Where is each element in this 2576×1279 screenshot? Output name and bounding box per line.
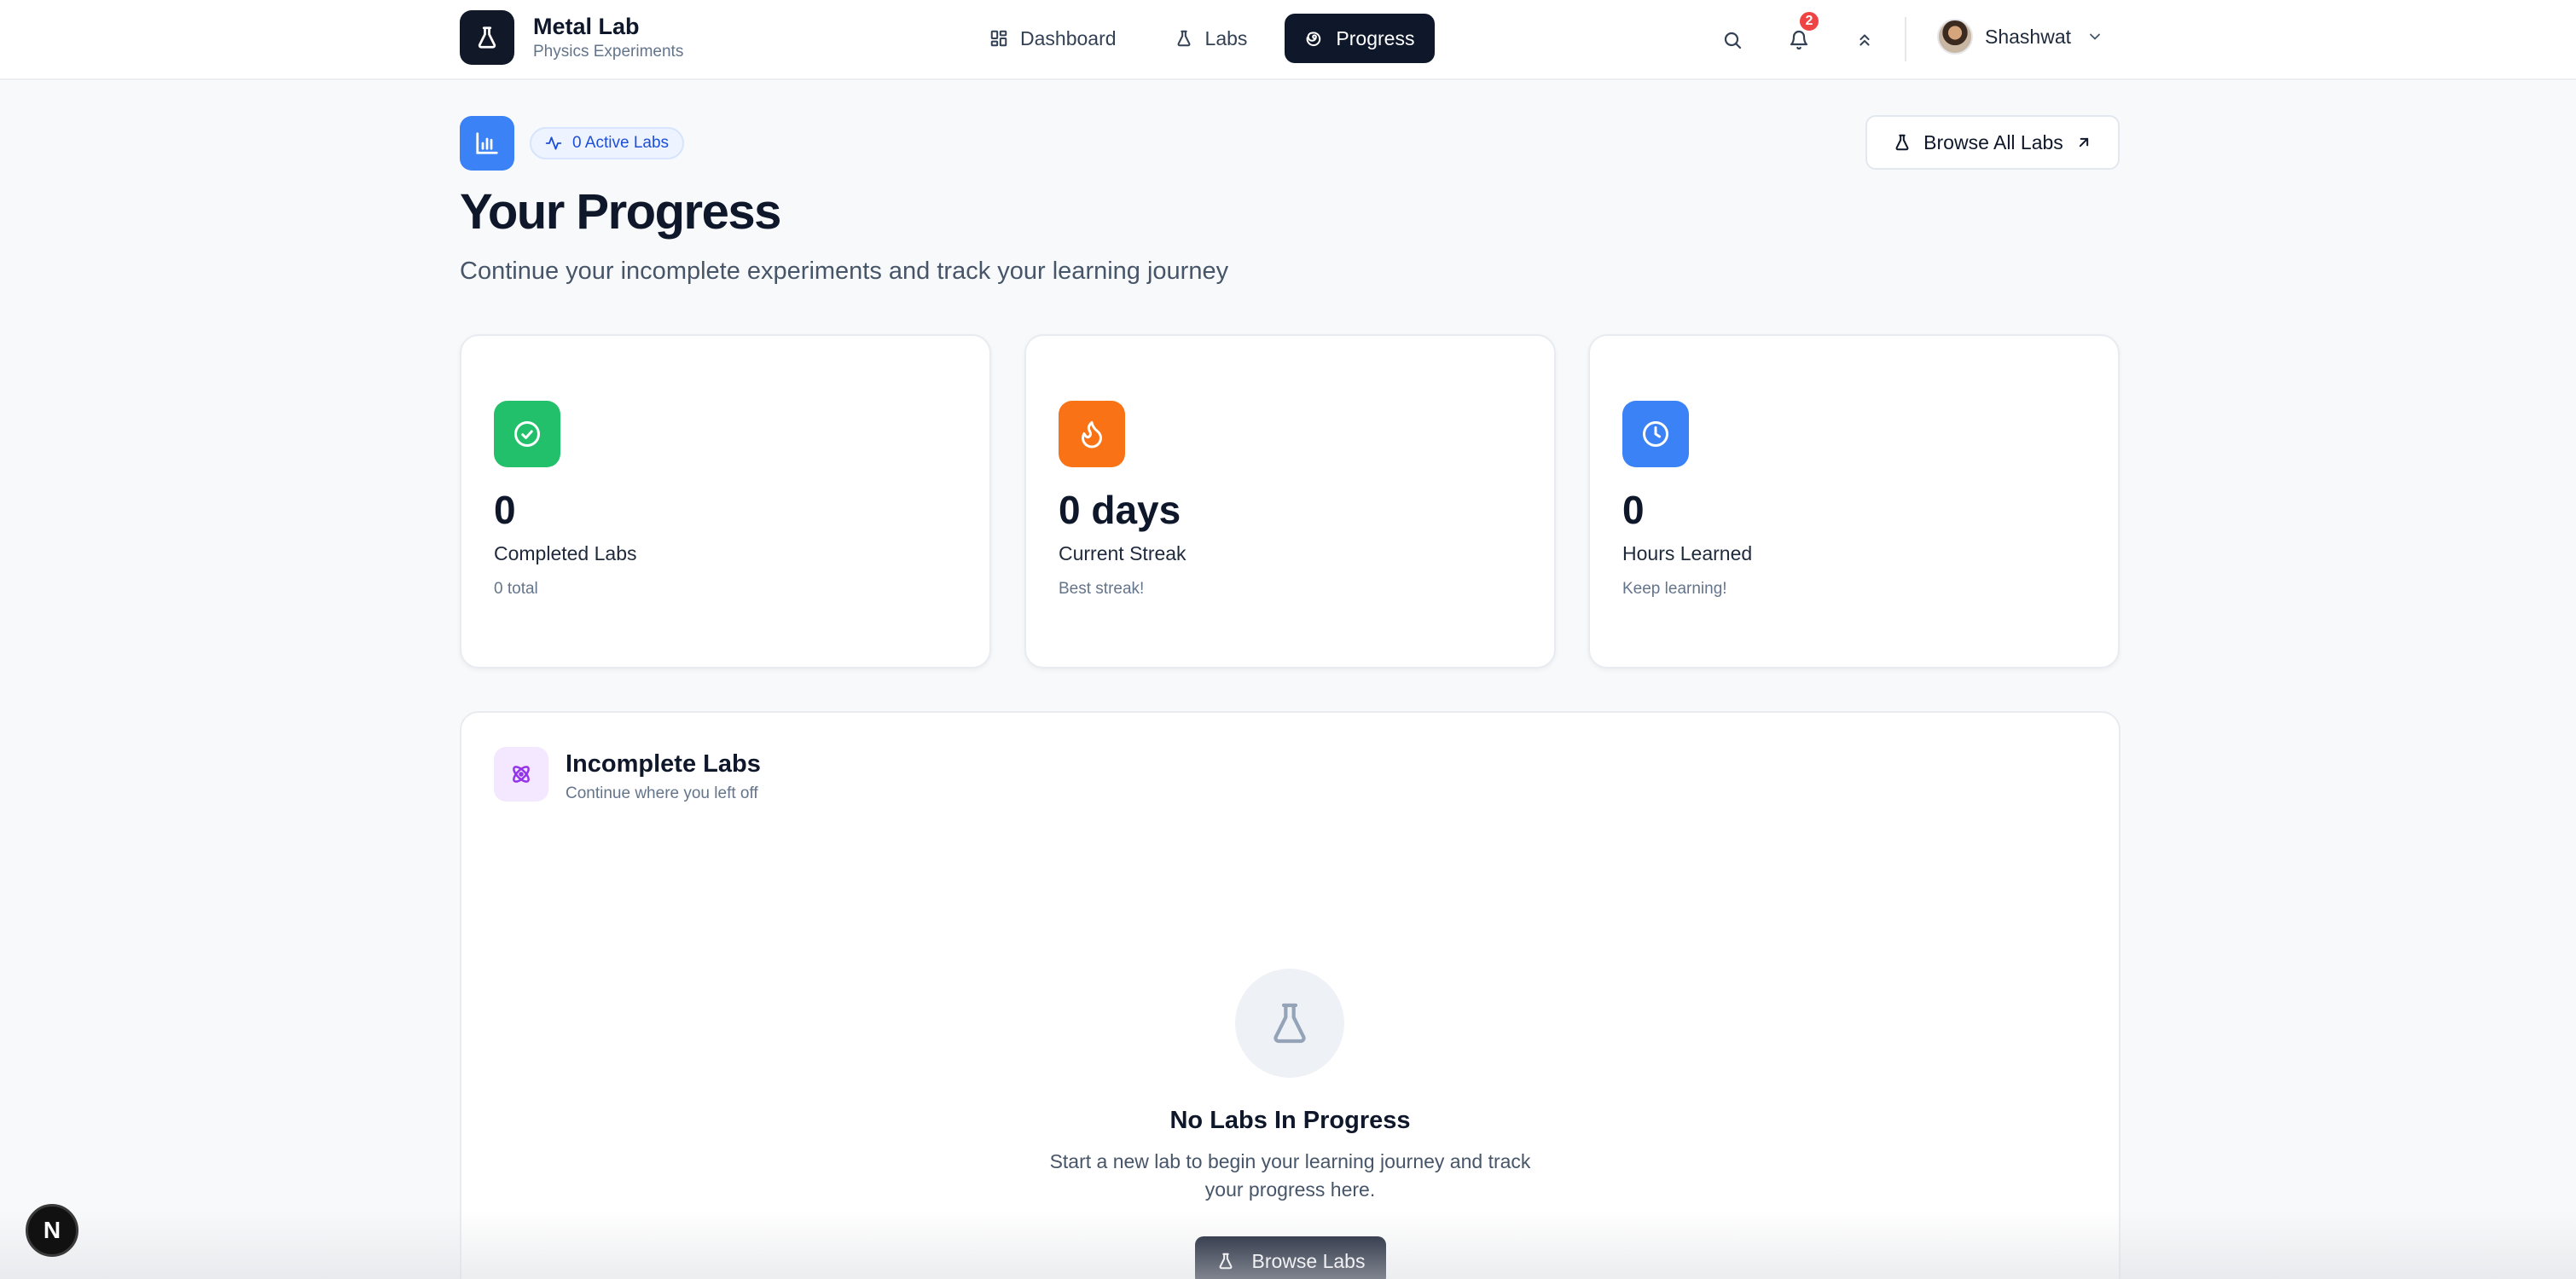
notifications-button[interactable]: 2 <box>1779 10 1820 60</box>
stat-note: 0 total <box>494 580 538 598</box>
avatar <box>1937 19 1973 55</box>
stat-value: 0 <box>494 488 516 532</box>
flask-icon <box>1895 134 1909 151</box>
flask-icon <box>460 10 514 65</box>
clock-icon <box>1622 401 1689 467</box>
notification-count-badge: 2 <box>1798 10 1820 32</box>
stat-label: Current Streak <box>1059 542 1186 564</box>
browse-labs-label: Browse Labs <box>1251 1249 1366 1272</box>
brand-title: Metal Lab <box>533 14 640 39</box>
active-labs-badge: 0 Active Labs <box>530 127 685 159</box>
collapse-button[interactable] <box>1845 20 1884 60</box>
flask-icon <box>1235 969 1344 1078</box>
stat-label: Completed Labs <box>494 542 637 564</box>
browse-all-labs-label: Browse All Labs <box>1923 130 2063 153</box>
atom-icon <box>494 747 548 802</box>
main-nav: Dashboard Labs Progress <box>969 14 1452 63</box>
incomplete-labs-panel: Incomplete Labs Continue where you left … <box>460 711 2121 1279</box>
brand[interactable]: Metal Lab Physics Experiments <box>460 10 683 65</box>
top-navigation-bar: Metal Lab Physics Experiments Dashboard … <box>0 0 2576 80</box>
search-icon <box>1724 32 1742 49</box>
dev-tools-badge[interactable]: N <box>26 1204 78 1257</box>
chevron-down-icon <box>2090 33 2100 40</box>
active-labs-label: 0 Active Labs <box>572 134 670 152</box>
bar-chart-icon <box>460 116 514 171</box>
flame-icon <box>1059 401 1125 467</box>
nav-progress-label: Progress <box>1336 26 1415 49</box>
stat-card-streak: 0 days Current Streak Best streak! <box>1024 334 1556 668</box>
brand-subtitle: Physics Experiments <box>533 43 684 61</box>
stat-note: Keep learning! <box>1622 580 1727 598</box>
empty-state-title: No Labs In Progress <box>1169 1107 1411 1134</box>
check-circle-icon <box>494 401 560 467</box>
flask-icon <box>1177 30 1191 47</box>
browse-all-labs-button[interactable]: Browse All Labs <box>1865 115 2120 170</box>
progress-swirl-icon <box>1306 32 1321 47</box>
page-title: Your Progress <box>460 184 781 240</box>
chevrons-up-icon <box>1859 34 1870 46</box>
nav-dashboard-label: Dashboard <box>1020 26 1117 49</box>
stat-value: 0 <box>1622 488 1645 532</box>
stat-card-hours: 0 Hours Learned Keep learning! <box>1588 334 2120 668</box>
bell-icon <box>1790 30 1808 50</box>
panel-subtitle: Continue where you left off <box>566 784 758 802</box>
user-name: Shashwat <box>1985 25 2072 48</box>
header-divider <box>1905 17 1906 61</box>
stat-label: Hours Learned <box>1622 542 1753 564</box>
browse-labs-button[interactable]: Browse Labs <box>1195 1236 1386 1279</box>
search-button[interactable] <box>1713 20 1752 60</box>
arrow-up-right-icon <box>2079 137 2088 148</box>
panel-title: Incomplete Labs <box>566 750 761 778</box>
stat-note: Best streak! <box>1059 580 1145 598</box>
stat-card-completed: 0 Completed Labs 0 total <box>460 334 991 668</box>
nav-labs-label: Labs <box>1204 26 1248 49</box>
nav-progress[interactable]: Progress <box>1285 14 1436 63</box>
dashboard-grid-icon <box>990 30 1007 47</box>
stat-value: 0 days <box>1059 488 1181 532</box>
user-menu[interactable]: Shashwat <box>1937 19 2103 55</box>
nav-dashboard[interactable]: Dashboard <box>969 14 1137 63</box>
flask-icon <box>1219 1253 1233 1270</box>
activity-icon <box>545 136 562 150</box>
empty-state-description: Start a new lab to begin your learning j… <box>1049 1150 1531 1201</box>
page-subtitle: Continue your incomplete experiments and… <box>460 258 1229 285</box>
nav-labs[interactable]: Labs <box>1154 14 1268 63</box>
